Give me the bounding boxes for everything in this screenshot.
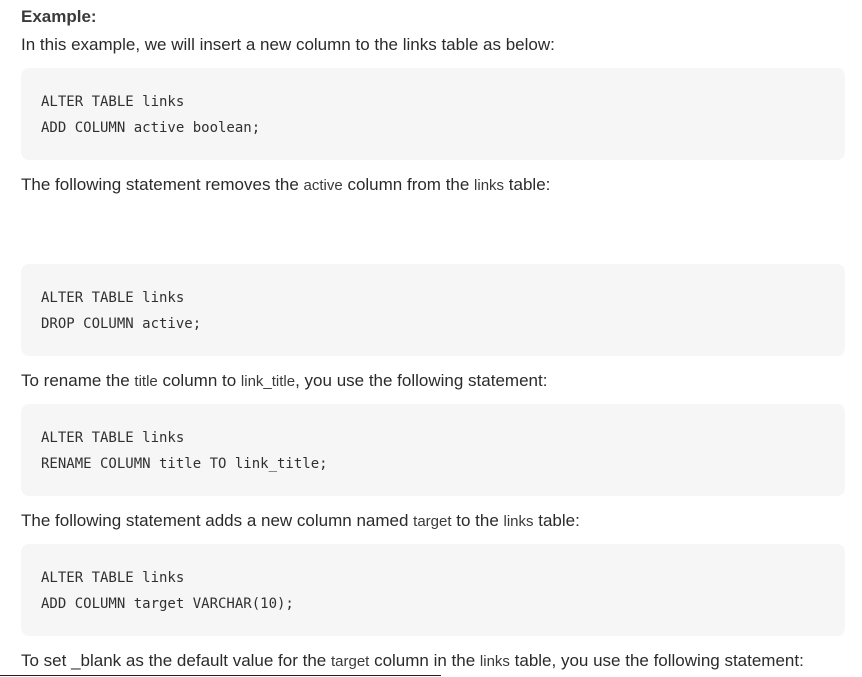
code-line: ADD COLUMN target VARCHAR(10); xyxy=(41,596,294,612)
code-line: ALTER TABLE links xyxy=(41,94,185,110)
code-line: ADD COLUMN active boolean; xyxy=(41,120,261,136)
inline-code: link_title xyxy=(240,373,296,390)
horizontal-rule xyxy=(0,675,441,676)
text-segment: to the xyxy=(451,511,504,530)
text-segment: , you use the following statement: xyxy=(295,371,548,390)
inline-code: links xyxy=(474,177,505,194)
code-line: RENAME COLUMN title TO link_title; xyxy=(41,456,328,472)
text-segment: column from the xyxy=(342,175,475,194)
code-line: ALTER TABLE links xyxy=(41,290,185,306)
code-line: ALTER TABLE links xyxy=(41,430,185,446)
text-segment: table, you use the following statement: xyxy=(509,651,804,670)
text-segment: The following statement removes the xyxy=(21,175,304,194)
paragraph-set-default: To set _blank as the default value for t… xyxy=(21,650,804,673)
inline-code: links xyxy=(503,513,534,530)
inline-code: links xyxy=(479,653,510,670)
intro-paragraph: In this example, we will insert a new co… xyxy=(21,35,555,54)
text-segment: column in the xyxy=(369,651,480,670)
code-block-add-active: ALTER TABLE links ADD COLUMN active bool… xyxy=(21,68,845,160)
paragraph-rename-column: To rename the title column to link_title… xyxy=(21,370,547,393)
inline-code: target xyxy=(330,653,370,670)
inline-code: active xyxy=(303,177,343,194)
code-line: DROP COLUMN active; xyxy=(41,316,202,332)
text-segment: To rename the xyxy=(21,371,135,390)
inline-code: title xyxy=(134,373,158,390)
code-block-rename-title: ALTER TABLE links RENAME COLUMN title TO… xyxy=(21,404,845,496)
paragraph-add-target: The following statement adds a new colum… xyxy=(21,510,580,533)
text-segment: table: xyxy=(533,511,580,530)
example-heading: Example: xyxy=(21,7,97,26)
text-segment: column to xyxy=(157,371,241,390)
text-segment: table: xyxy=(504,175,551,194)
code-line: ALTER TABLE links xyxy=(41,570,185,586)
code-block-drop-active: ALTER TABLE links DROP COLUMN active; xyxy=(21,264,845,356)
text-segment: The following statement adds a new colum… xyxy=(21,511,414,530)
code-block-add-target: ALTER TABLE links ADD COLUMN target VARC… xyxy=(21,544,845,636)
inline-code: target xyxy=(413,513,452,530)
paragraph-drop-column: The following statement removes the acti… xyxy=(21,174,550,197)
text-segment: To set _blank as the default value for t… xyxy=(21,651,331,670)
